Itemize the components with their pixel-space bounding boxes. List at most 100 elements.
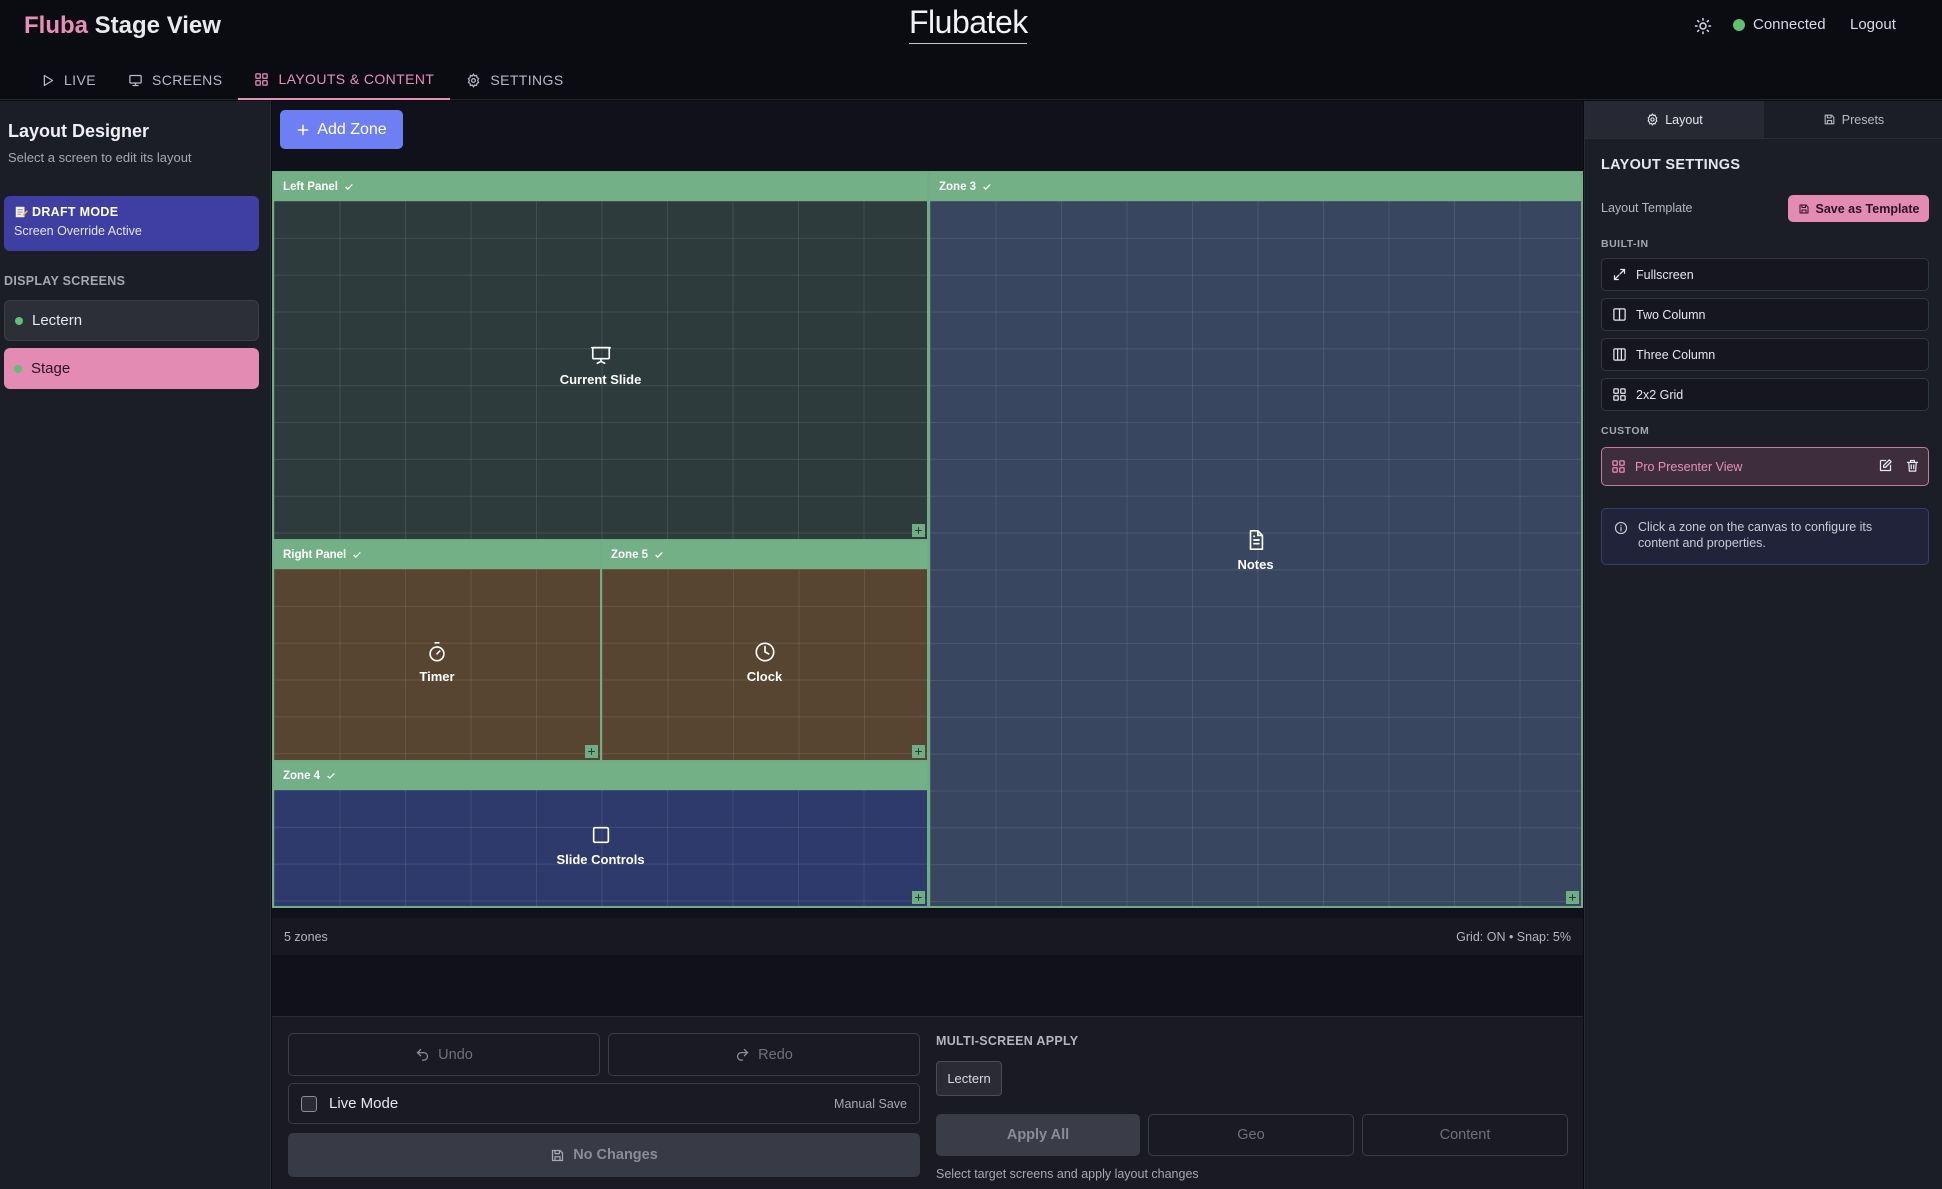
save-as-template-label: Save as Template	[1815, 201, 1920, 216]
screen-status-dot	[15, 316, 23, 325]
tab-layout-label: Layout	[1665, 112, 1703, 127]
zone-content: Notes	[930, 529, 1581, 572]
builtin-heading: BUILT-IN	[1601, 238, 1649, 250]
template-2x2-grid[interactable]: 2x2 Grid	[1601, 378, 1929, 411]
company-logo-text: Flubatek	[909, 4, 1028, 40]
screen-item-lectern[interactable]: Lectern	[4, 300, 259, 341]
sidebar-title: Layout Designer	[8, 121, 150, 141]
tab-presets-label: Presets	[1841, 112, 1885, 127]
app-title-brand: Fluba	[24, 12, 88, 39]
live-mode-row: Live Mode Manual Save	[288, 1083, 920, 1124]
save-changes-label: No Changes	[573, 1147, 658, 1163]
zone-header: Zone 4	[274, 762, 927, 790]
save-as-template-button[interactable]: Save as Template	[1788, 195, 1929, 222]
play-icon	[43, 74, 54, 86]
save-icon	[1824, 114, 1835, 125]
add-zone-label: Add Zone	[317, 120, 387, 138]
three-column-icon	[1613, 348, 1626, 361]
plus-icon	[297, 124, 309, 135]
zone-5[interactable]: Zone 5 Clock	[600, 539, 929, 762]
delete-template-button[interactable]	[1905, 458, 1920, 473]
tab-settings-label: SETTINGS	[490, 72, 564, 88]
zone-title: Left Panel	[283, 181, 338, 193]
tab-live-label: LIVE	[64, 72, 96, 88]
connection-status-label: Connected	[1753, 16, 1826, 33]
draft-mode-subtitle: Screen Override Active	[14, 224, 142, 238]
apply-content-button[interactable]: Content	[1362, 1114, 1568, 1156]
square-icon	[592, 826, 609, 844]
tab-screens[interactable]: SCREENS	[112, 60, 238, 100]
zone-right-panel[interactable]: Right Panel Timer	[272, 539, 602, 762]
live-mode-checkbox[interactable]	[301, 1095, 317, 1112]
zone-content: Timer	[274, 641, 600, 684]
template-label: Fullscreen	[1636, 267, 1694, 282]
zone-left-panel[interactable]: Left Panel Current Slide	[272, 171, 929, 541]
template-label: Three Column	[1636, 347, 1716, 362]
custom-heading: CUSTOM	[1601, 425, 1650, 437]
resize-handle[interactable]	[912, 745, 925, 758]
check-icon	[983, 184, 991, 190]
zone-header: Right Panel	[274, 541, 600, 569]
move-icon	[915, 527, 922, 534]
tab-layouts-content[interactable]: LAYOUTS & CONTENT	[238, 60, 451, 100]
tab-live[interactable]: LIVE	[24, 60, 112, 100]
check-icon	[345, 184, 353, 190]
logo-underline	[909, 43, 1027, 44]
screen-item-label: Lectern	[32, 312, 83, 329]
redo-icon	[737, 1048, 749, 1061]
add-zone-button[interactable]: Add Zone	[280, 110, 403, 149]
move-icon	[915, 894, 922, 901]
zone-3[interactable]: Zone 3 Notes	[928, 171, 1583, 908]
apply-geo-button[interactable]: Geo	[1148, 1114, 1354, 1156]
resize-handle[interactable]	[585, 745, 598, 758]
template-pro-presenter-view[interactable]: Pro Presenter View	[1601, 447, 1929, 486]
save-changes-button[interactable]: No Changes	[288, 1133, 920, 1177]
trash-icon	[1906, 459, 1919, 472]
logout-button[interactable]: Logout	[1850, 16, 1896, 33]
zone-content-label: Slide Controls	[556, 852, 645, 867]
resize-handle[interactable]	[1566, 891, 1579, 904]
multi-screen-hint: Select target screens and apply layout c…	[936, 1167, 1199, 1181]
manual-save-label: Manual Save	[834, 1096, 907, 1111]
zone-content: Slide Controls	[274, 824, 927, 867]
edit-template-button[interactable]	[1878, 458, 1893, 473]
zone-content: Current Slide	[274, 344, 927, 387]
template-two-column[interactable]: Two Column	[1601, 298, 1929, 331]
resize-handle[interactable]	[912, 524, 925, 537]
zone-title: Zone 3	[939, 181, 977, 193]
resize-handle[interactable]	[912, 891, 925, 904]
info-box: Click a zone on the canvas to configure …	[1601, 508, 1929, 565]
zone-count: 5 zones	[284, 929, 328, 944]
right-panel: Layout Presets LAYOUT SETTINGS Layout Te…	[1584, 101, 1942, 1189]
clock-icon	[754, 642, 775, 662]
screen-status-dot	[14, 364, 22, 373]
sun-icon	[1694, 17, 1712, 35]
tab-layout[interactable]: Layout	[1585, 101, 1764, 138]
apply-all-button[interactable]: Apply All	[936, 1114, 1140, 1156]
check-icon	[327, 773, 335, 779]
main-tabs: LIVE SCREENS LAYOUTS & CONTENT SETTINGS	[24, 60, 580, 100]
target-screen-chip[interactable]: Lectern	[936, 1061, 1002, 1096]
template-fullscreen[interactable]: Fullscreen	[1601, 258, 1929, 291]
check-icon	[353, 552, 362, 558]
tab-settings[interactable]: SETTINGS	[450, 60, 579, 100]
move-icon	[915, 748, 922, 755]
zone-content: Clock	[602, 641, 927, 684]
zone-4[interactable]: Zone 4 Slide Controls	[272, 760, 929, 908]
screen-item-stage[interactable]: Stage	[4, 348, 259, 389]
template-label: Pro Presenter View	[1635, 459, 1743, 474]
tab-presets[interactable]: Presets	[1764, 101, 1942, 138]
editor-controls: Undo Redo Live Mode Manual Save No Chang…	[272, 1016, 1583, 1189]
right-panel-tabs: Layout Presets	[1585, 101, 1942, 139]
redo-button[interactable]: Redo	[608, 1033, 920, 1076]
display-screens-heading: DISPLAY SCREENS	[4, 274, 126, 288]
connection-status: Connected	[1733, 16, 1826, 33]
template-three-column[interactable]: Three Column	[1601, 338, 1929, 371]
company-logo: Flubatek	[909, 4, 1028, 44]
check-icon	[655, 552, 663, 558]
undo-button[interactable]: Undo	[288, 1033, 600, 1076]
tab-screens-label: SCREENS	[151, 72, 223, 88]
theme-toggle-button[interactable]	[1692, 15, 1714, 37]
redo-label: Redo	[758, 1046, 793, 1063]
zone-header: Zone 5	[602, 541, 927, 569]
